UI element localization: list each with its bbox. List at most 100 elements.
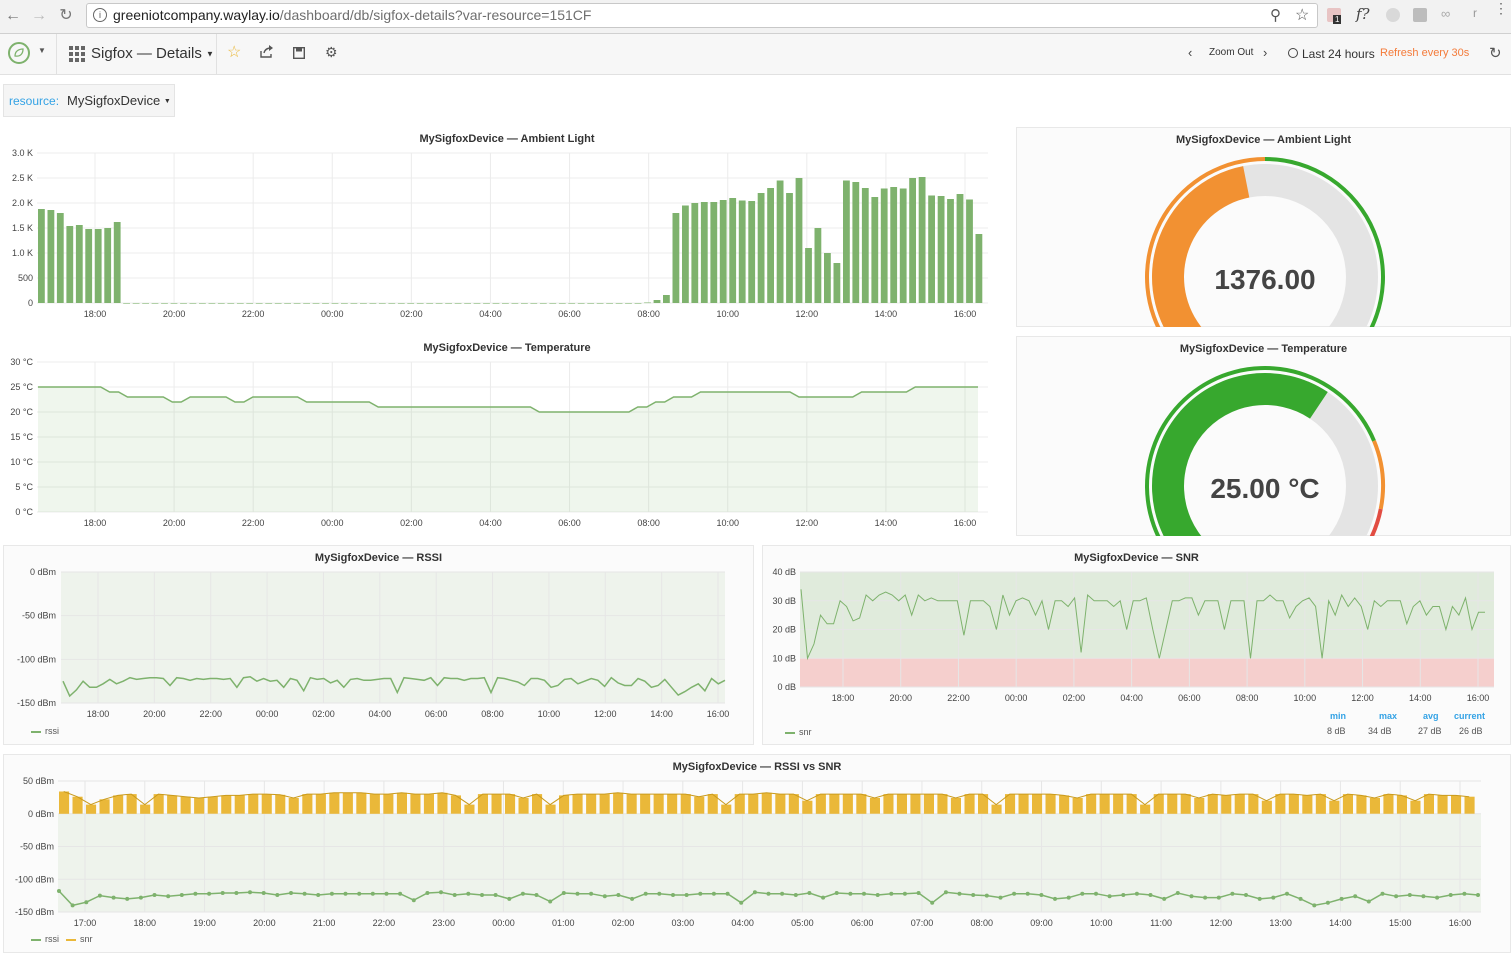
snr-bar [545, 804, 556, 814]
snr-bar [599, 794, 610, 814]
square-extension-icon[interactable] [1413, 8, 1427, 22]
caret-down-icon[interactable]: ▼ [38, 46, 46, 55]
function-extension-icon[interactable]: f? [1356, 5, 1370, 23]
bar [255, 303, 263, 304]
time-range-picker[interactable]: Last 24 hours [1302, 47, 1375, 61]
bar [634, 303, 642, 304]
snr-bar [991, 804, 1002, 814]
share-icon[interactable] [260, 45, 274, 63]
rssi-chart: 0 dBm -50 dBm -100 dBm -150 dBm 18:00 20:00 22… [17, 567, 729, 719]
app-logo-icon[interactable] [8, 42, 30, 64]
snr-bar [518, 798, 529, 814]
snr-bar [248, 794, 259, 814]
rssi-point [248, 890, 252, 895]
forward-icon[interactable]: → [28, 5, 50, 27]
bar [521, 303, 528, 304]
x-tick-label: 16:00 [1449, 918, 1472, 928]
x-tick-label: 23:00 [432, 918, 455, 928]
rssi-point [97, 893, 102, 898]
bar [719, 200, 727, 303]
x-tick-label: 08:00 [637, 518, 660, 528]
snr-bar [1261, 800, 1272, 814]
y-tick-label: -150 dBm [17, 698, 56, 708]
rssi-point [984, 893, 989, 898]
rssi-point [575, 891, 580, 896]
snr-bar [910, 794, 921, 814]
x-tick-label: 22:00 [373, 918, 396, 928]
x-tick-label: 20:00 [163, 309, 186, 319]
bar [663, 295, 670, 303]
y-tick-label: 1.0 K [12, 248, 33, 258]
bar [577, 303, 585, 304]
bar [170, 303, 178, 304]
zoom-out-button[interactable]: Zoom Out [1209, 47, 1253, 58]
x-tick-label: 10:00 [716, 309, 739, 319]
zoom-icon[interactable]: ⚲ [1270, 6, 1281, 24]
bar [492, 303, 500, 304]
y-tick-label: 0 dBm [30, 567, 56, 577]
rssi-point [998, 895, 1003, 900]
x-tick-label: 19:00 [193, 918, 216, 928]
star-icon[interactable]: ☆ [1295, 5, 1309, 25]
bar [369, 303, 377, 304]
template-variable[interactable]: resource: MySigfoxDevice ▼ [3, 84, 175, 117]
x-tick-label: 04:00 [479, 518, 502, 528]
x-tick-label: 07:00 [911, 918, 934, 928]
refresh-interval[interactable]: Refresh every 30s [1380, 47, 1469, 59]
address-bar[interactable]: i greeniotcompany.waylay.io/dashboard/db… [86, 3, 1318, 28]
rssi-point [84, 900, 89, 905]
refresh-icon[interactable]: ↻ [1489, 44, 1502, 62]
x-tick-label: 21:00 [313, 918, 336, 928]
zoom-forward-chevron-icon[interactable]: › [1263, 45, 1267, 60]
link-extension-icon[interactable]: ∞ [1441, 6, 1450, 21]
rssi-point [70, 903, 75, 908]
settings-gear-icon[interactable]: ⚙ [325, 44, 338, 61]
y-tick-label: 30 dB [772, 596, 796, 606]
y-tick-label: 25 °C [10, 382, 33, 392]
snr-bar [423, 794, 434, 814]
snr-bar [1113, 794, 1124, 814]
snr-bar [788, 794, 799, 814]
zoom-back-chevron-icon[interactable]: ‹ [1188, 45, 1192, 60]
snr-bar [207, 796, 218, 814]
snr-bar [288, 798, 299, 814]
x-tick-label: 18:00 [87, 709, 110, 719]
snr-bar [964, 794, 975, 814]
variable-value-dropdown[interactable]: MySigfoxDevice ▼ [67, 93, 171, 108]
rssi-point [1325, 900, 1330, 905]
extension-icon[interactable]: 1 [1327, 8, 1342, 24]
angular-extension-icon[interactable] [1386, 8, 1400, 22]
x-tick-label: 11:00 [1150, 918, 1172, 928]
bar [502, 303, 509, 304]
y-tick-label: 10 °C [10, 457, 33, 467]
rssi-point [848, 891, 853, 896]
rssi-point [466, 891, 471, 896]
back-icon[interactable]: ← [2, 5, 24, 27]
x-tick-label: 08:00 [637, 309, 660, 319]
y-tick-label: 40 dB [772, 567, 796, 577]
info-icon[interactable]: i [93, 8, 107, 22]
snr-bar [383, 794, 394, 814]
save-icon[interactable] [292, 46, 306, 64]
bar [530, 303, 538, 304]
bar [947, 199, 954, 303]
snr-bar [640, 794, 651, 814]
snr-bar [1086, 794, 1097, 814]
snr-bar [829, 794, 840, 814]
bar [407, 303, 415, 304]
snr-bar [464, 804, 475, 814]
x-tick-label: 22:00 [242, 309, 265, 319]
dashboard-title-button[interactable]: Sigfox — Details ▼ [91, 45, 214, 62]
r-extension-icon[interactable]: r [1473, 6, 1477, 20]
star-dashboard-icon[interactable]: ☆ [227, 42, 241, 62]
snr-bar [1383, 794, 1394, 814]
snr-bar [748, 794, 759, 814]
rssi-point [1366, 899, 1371, 904]
snr-bar [815, 794, 826, 814]
rssi-point [1162, 896, 1167, 901]
reload-icon[interactable]: ↻ [55, 5, 77, 27]
bar [483, 303, 490, 304]
menu-icon[interactable]: ⋮ [1494, 1, 1508, 15]
bar [558, 303, 566, 304]
dashboard-grid-icon [69, 46, 85, 62]
